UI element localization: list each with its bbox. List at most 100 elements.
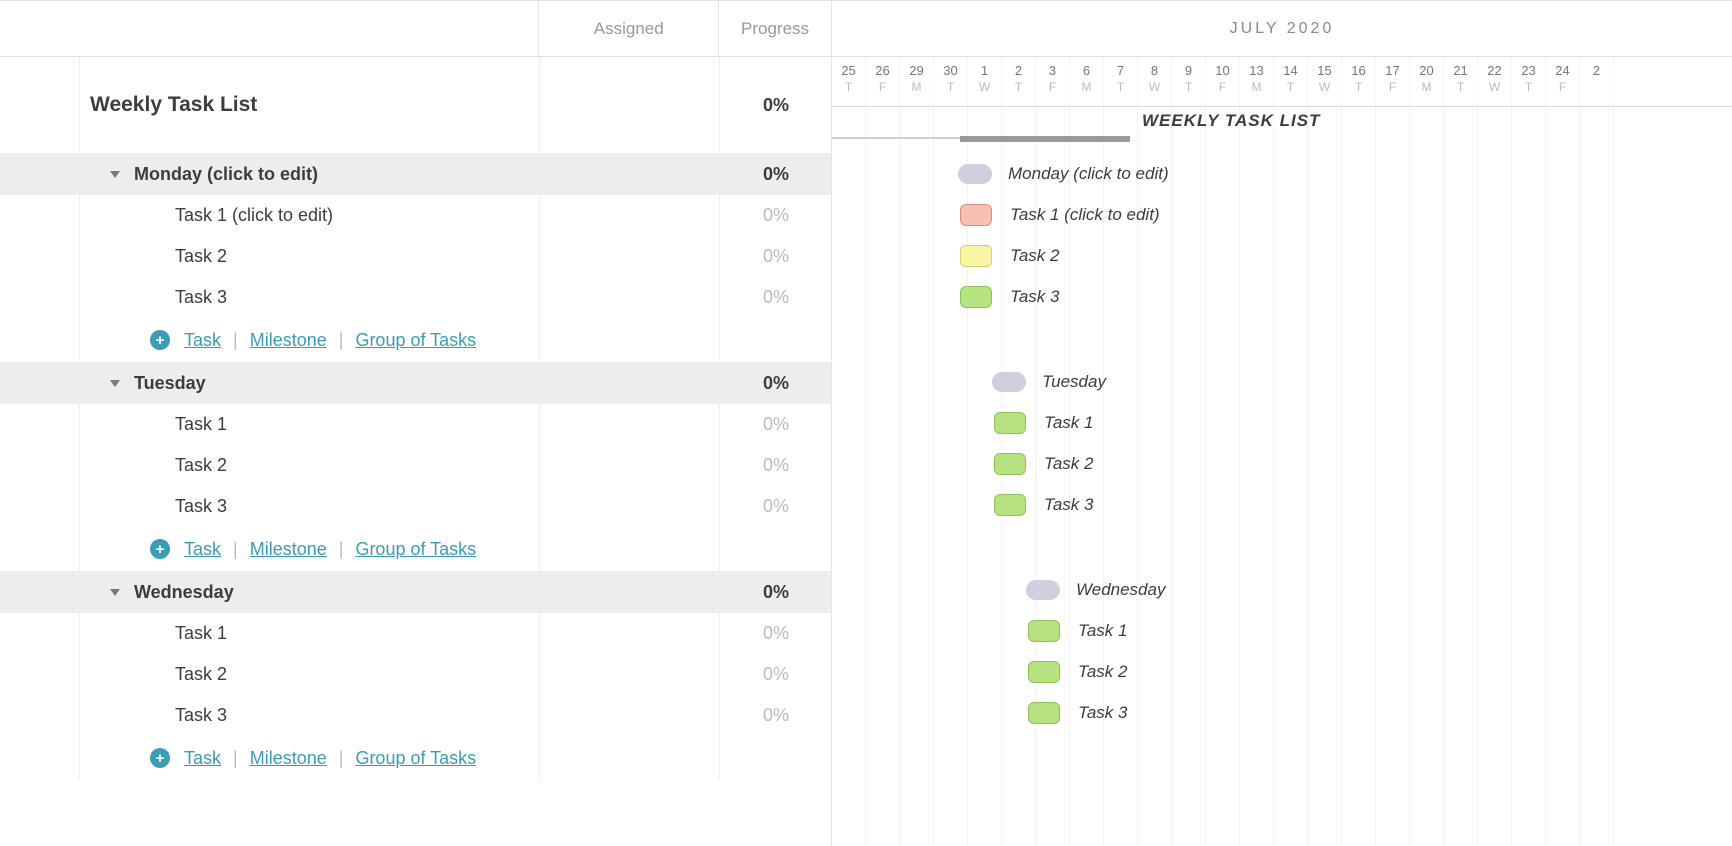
task-name[interactable]: Task 3 <box>90 287 227 308</box>
row-progress-cell[interactable]: 0% <box>720 486 832 527</box>
add-milestone-link[interactable]: Milestone <box>250 748 327 769</box>
row-name-cell[interactable]: Weekly Task List <box>80 57 540 153</box>
row-name-cell[interactable]: Task 1 (click to edit) <box>80 195 540 236</box>
day-column[interactable]: 6M <box>1070 57 1104 106</box>
task-row[interactable]: Task 1 0% <box>0 404 831 445</box>
row-assigned-cell[interactable] <box>540 695 720 736</box>
task-row[interactable]: Task 1 (click to edit) 0% <box>0 195 831 236</box>
task-row[interactable]: Task 3 0% <box>0 695 831 736</box>
task-name[interactable]: Task 2 <box>90 455 227 476</box>
gantt-task-bar[interactable] <box>994 453 1026 475</box>
row-assigned-cell[interactable] <box>540 571 720 613</box>
row-assigned-cell[interactable] <box>540 362 720 404</box>
row-progress-cell[interactable]: 0% <box>720 195 832 236</box>
row-name-cell[interactable]: Task 3 <box>80 695 540 736</box>
row-assigned-cell[interactable] <box>540 57 720 153</box>
gantt-task-bar[interactable] <box>994 412 1026 434</box>
chevron-down-icon[interactable] <box>110 171 120 178</box>
row-name-cell[interactable]: Task 1 <box>80 404 540 445</box>
gantt-body[interactable]: WEEKLY TASK LIST Monday (click to edit) … <box>832 107 1732 846</box>
row-name-cell[interactable]: Tuesday <box>80 362 540 404</box>
row-progress-cell[interactable]: 0% <box>720 236 832 277</box>
row-progress-cell[interactable]: 0% <box>720 654 832 695</box>
assigned-column-header[interactable]: Assigned <box>539 1 719 56</box>
row-name-cell[interactable]: Task 2 <box>80 236 540 277</box>
row-assigned-cell[interactable] <box>540 153 720 195</box>
add-group-link[interactable]: Group of Tasks <box>355 539 476 560</box>
row-assigned-cell[interactable] <box>540 613 720 654</box>
task-row[interactable]: Task 1 0% <box>0 613 831 654</box>
gantt-group-pill[interactable] <box>1026 580 1060 600</box>
gantt-task-bar[interactable] <box>960 245 992 267</box>
task-name[interactable]: Task 1 <box>90 623 227 644</box>
task-name[interactable]: Task 1 <box>90 414 227 435</box>
day-column[interactable]: 8W <box>1138 57 1172 106</box>
row-name-cell[interactable]: Task 2 <box>80 654 540 695</box>
gantt-group-pill[interactable] <box>958 164 992 184</box>
add-task-link[interactable]: Task <box>184 330 221 351</box>
gantt-task-bar[interactable] <box>960 204 992 226</box>
task-row[interactable]: Task 2 0% <box>0 654 831 695</box>
row-assigned-cell[interactable] <box>540 445 720 486</box>
day-column[interactable]: 16T <box>1342 57 1376 106</box>
gantt-task-bar[interactable] <box>1028 702 1060 724</box>
project-row[interactable]: Weekly Task List 0% <box>0 57 831 153</box>
day-column[interactable]: 25T <box>832 57 866 106</box>
row-name-cell[interactable]: Task 2 <box>80 445 540 486</box>
task-name[interactable]: Task 2 <box>90 246 227 267</box>
day-column[interactable]: 2T <box>1002 57 1036 106</box>
row-name-cell[interactable]: Wednesday <box>80 571 540 613</box>
day-column[interactable]: 1W <box>968 57 1002 106</box>
gantt-task-bar[interactable] <box>994 494 1026 516</box>
group-name[interactable]: Monday (click to edit) <box>134 164 318 185</box>
gantt-group-pill[interactable] <box>992 372 1026 392</box>
row-assigned-cell[interactable] <box>540 486 720 527</box>
row-progress-cell[interactable]: 0% <box>720 613 832 654</box>
task-name[interactable]: Task 2 <box>90 664 227 685</box>
gantt-task-bar[interactable] <box>1028 620 1060 642</box>
day-column[interactable]: 23T <box>1512 57 1546 106</box>
progress-column-header[interactable]: Progress <box>719 1 831 56</box>
day-column[interactable]: 7T <box>1104 57 1138 106</box>
add-group-link[interactable]: Group of Tasks <box>355 330 476 351</box>
add-milestone-link[interactable]: Milestone <box>250 330 327 351</box>
row-assigned-cell[interactable] <box>540 195 720 236</box>
day-column[interactable]: 30T <box>934 57 968 106</box>
row-progress-cell[interactable]: 0% <box>720 153 832 195</box>
task-name[interactable]: Task 1 (click to edit) <box>90 205 333 226</box>
add-task-link[interactable]: Task <box>184 748 221 769</box>
add-group-link[interactable]: Group of Tasks <box>355 748 476 769</box>
day-column[interactable]: 9T <box>1172 57 1206 106</box>
group-name[interactable]: Wednesday <box>134 582 234 603</box>
row-progress-cell[interactable]: 0% <box>720 445 832 486</box>
day-column[interactable]: 2 <box>1580 57 1614 106</box>
group-row[interactable]: Tuesday 0% <box>0 362 831 404</box>
row-name-cell[interactable]: Task 3 <box>80 277 540 318</box>
plus-icon[interactable]: + <box>150 748 170 768</box>
day-column[interactable]: 24F <box>1546 57 1580 106</box>
day-column[interactable]: 29M <box>900 57 934 106</box>
row-name-cell[interactable]: Task 1 <box>80 613 540 654</box>
row-name-cell[interactable]: Monday (click to edit) <box>80 153 540 195</box>
day-column[interactable]: 10F <box>1206 57 1240 106</box>
row-progress-cell[interactable]: 0% <box>720 57 832 153</box>
row-assigned-cell[interactable] <box>540 404 720 445</box>
plus-icon[interactable]: + <box>150 539 170 559</box>
day-column[interactable]: 26F <box>866 57 900 106</box>
row-name-cell[interactable]: Task 3 <box>80 486 540 527</box>
row-progress-cell[interactable]: 0% <box>720 695 832 736</box>
day-column[interactable]: 14T <box>1274 57 1308 106</box>
row-assigned-cell[interactable] <box>540 277 720 318</box>
group-name[interactable]: Tuesday <box>134 373 206 394</box>
chevron-down-icon[interactable] <box>110 589 120 596</box>
plus-icon[interactable]: + <box>150 330 170 350</box>
row-progress-cell[interactable]: 0% <box>720 404 832 445</box>
task-row[interactable]: Task 2 0% <box>0 236 831 277</box>
row-assigned-cell[interactable] <box>540 654 720 695</box>
row-progress-cell[interactable]: 0% <box>720 362 832 404</box>
add-task-link[interactable]: Task <box>184 539 221 560</box>
day-column[interactable]: 15W <box>1308 57 1342 106</box>
add-milestone-link[interactable]: Milestone <box>250 539 327 560</box>
day-column[interactable]: 3F <box>1036 57 1070 106</box>
group-row[interactable]: Monday (click to edit) 0% <box>0 153 831 195</box>
